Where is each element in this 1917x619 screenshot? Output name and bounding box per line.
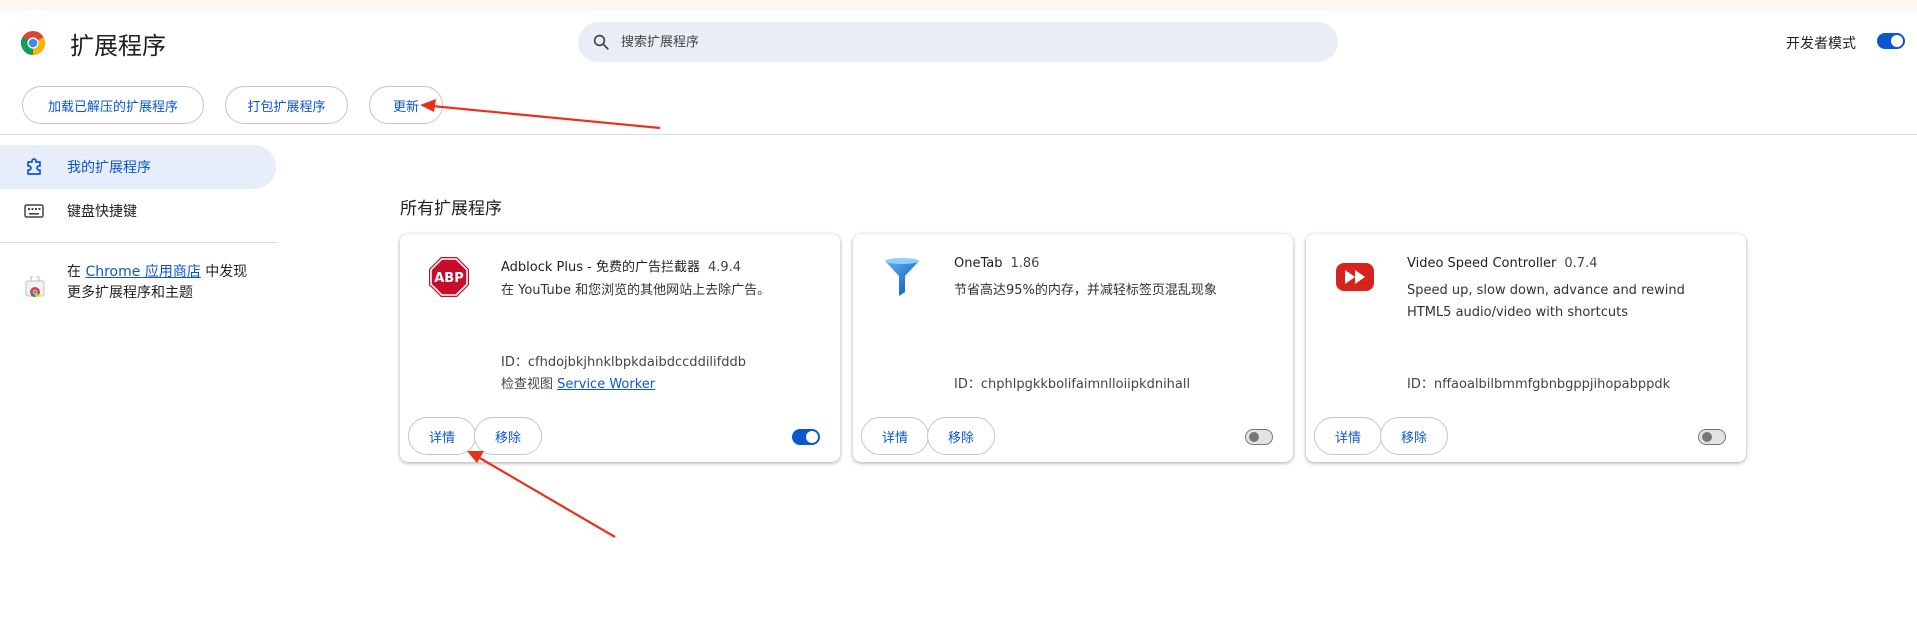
extension-card-adblock-plus: ABP Adblock Plus - 免费的广告拦截器 4.9.4 在 YouTu… bbox=[400, 234, 840, 462]
svg-text:ABP: ABP bbox=[434, 271, 464, 286]
extension-id: ID：nffaoalbilbmmfgbnbgppjihopabppdk bbox=[1407, 377, 1671, 392]
sidebar-item-keyboard-shortcuts[interactable]: 键盘快捷键 bbox=[0, 189, 137, 233]
extension-version: 4.9.4 bbox=[707, 260, 742, 275]
extension-description: 在 YouTube 和您浏览的其他网站上去除广告。 bbox=[501, 283, 771, 298]
extension-name: Adblock Plus - 免费的广告拦截器 4.9.4 bbox=[501, 260, 742, 275]
extension-name: OneTab 1.86 bbox=[954, 256, 1040, 271]
details-button[interactable]: 详情 bbox=[408, 417, 477, 455]
remove-button[interactable]: 移除 bbox=[927, 417, 996, 455]
puzzle-icon bbox=[24, 157, 44, 177]
extension-id: ID：chphlpgkkbolifaimnlloiipkdnihall bbox=[954, 377, 1191, 392]
section-title: 所有扩展程序 bbox=[400, 199, 502, 219]
abp-icon: ABP bbox=[429, 257, 469, 297]
toolbar-divider bbox=[0, 134, 1917, 135]
sidebar-item-my-extensions[interactable]: 我的扩展程序 bbox=[0, 145, 276, 189]
web-store-icon bbox=[25, 276, 45, 297]
inspect-views: 检查视图 Service Worker bbox=[501, 377, 656, 392]
search-icon bbox=[593, 34, 609, 50]
annotation-arrow-details bbox=[467, 451, 616, 538]
web-store-promo: 在 Chrome 应用商店 中发现 更多扩展程序和主题 bbox=[24, 262, 247, 304]
funnel-icon bbox=[885, 258, 919, 296]
search-input[interactable] bbox=[619, 33, 1338, 51]
sidebar-item-label: 键盘快捷键 bbox=[67, 204, 137, 220]
update-button[interactable]: 更新 bbox=[369, 86, 443, 124]
extension-description: 节省高达95%的内存，并减轻标签页混乱现象 bbox=[954, 283, 1217, 298]
extension-id: ID：cfhdojbkjhnklbpkdaibdccddilifddb bbox=[501, 355, 746, 370]
extension-enable-toggle[interactable] bbox=[1245, 429, 1273, 445]
details-button[interactable]: 详情 bbox=[861, 417, 930, 455]
store-suffix: 中发现 bbox=[200, 264, 248, 280]
sidebar-divider bbox=[0, 242, 278, 243]
annotation-arrow-update bbox=[420, 99, 661, 130]
keyboard-icon bbox=[24, 201, 44, 221]
top-strip bbox=[0, 0, 1917, 10]
extension-description: Speed up, slow down, advance and rewind … bbox=[1407, 283, 1685, 320]
remove-button[interactable]: 移除 bbox=[1380, 417, 1449, 455]
store-line2: 更多扩展程序和主题 bbox=[67, 285, 193, 301]
load-unpacked-button[interactable]: 加载已解压的扩展程序 bbox=[22, 86, 204, 124]
extension-version: 0.7.4 bbox=[1564, 256, 1598, 271]
extension-card-onetab: OneTab 1.86 节省高达95%的内存，并减轻标签页混乱现象 ID：chph… bbox=[853, 234, 1293, 462]
pack-extension-button[interactable]: 打包扩展程序 bbox=[225, 86, 348, 124]
extension-card-video-speed-controller: Video Speed Controller 0.7.4 Speed up, sl… bbox=[1306, 234, 1746, 462]
fast-forward-icon bbox=[1336, 263, 1374, 291]
extension-name: Video Speed Controller 0.7.4 bbox=[1407, 256, 1598, 271]
search-box[interactable] bbox=[578, 22, 1338, 62]
extension-enable-toggle[interactable] bbox=[1698, 429, 1726, 445]
details-button[interactable]: 详情 bbox=[1314, 417, 1383, 455]
service-worker-link[interactable]: Service Worker bbox=[557, 377, 655, 392]
remove-button[interactable]: 移除 bbox=[474, 417, 543, 455]
developer-mode-label: 开发者模式 bbox=[1786, 36, 1856, 52]
web-store-link[interactable]: Chrome 应用商店 bbox=[85, 264, 200, 280]
extension-enable-toggle[interactable] bbox=[792, 429, 820, 445]
page-title: 扩展程序 bbox=[70, 32, 166, 60]
sidebar-item-label: 我的扩展程序 bbox=[67, 160, 151, 176]
developer-mode-toggle[interactable] bbox=[1877, 33, 1905, 49]
chrome-logo-icon bbox=[20, 31, 46, 55]
store-prefix: 在 bbox=[67, 264, 86, 280]
extension-version: 1.86 bbox=[1010, 256, 1040, 271]
